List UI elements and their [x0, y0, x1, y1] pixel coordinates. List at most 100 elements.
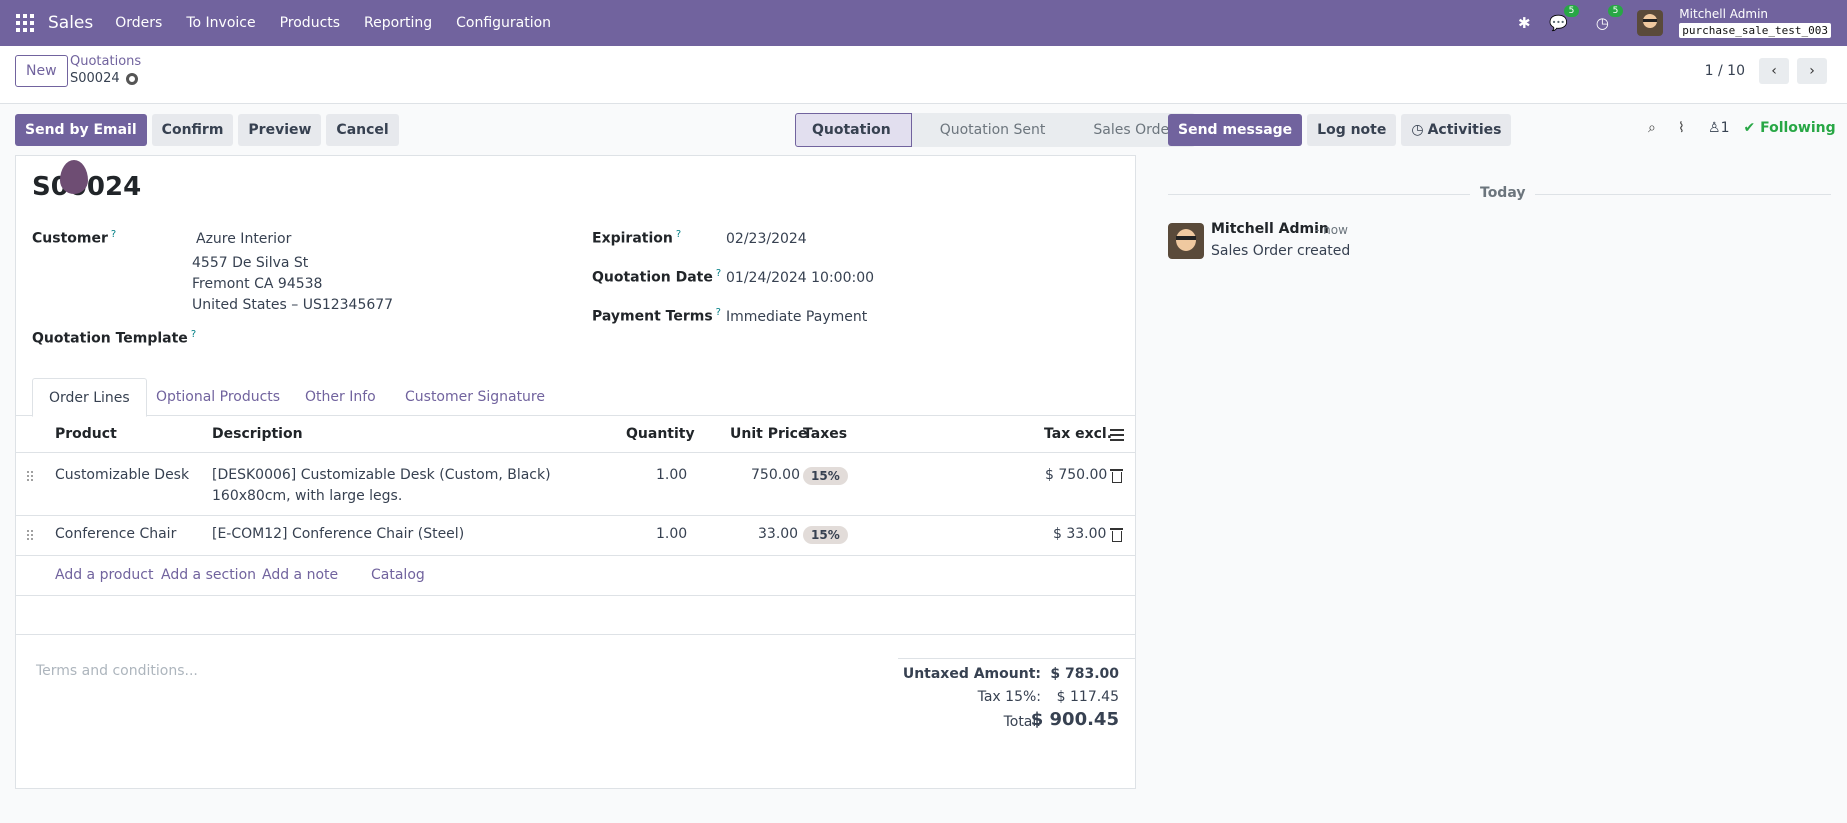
row-2-description[interactable]: [E-COM12] Conference Chair (Steel)	[212, 526, 464, 542]
apps-menu-icon[interactable]	[16, 14, 34, 32]
customer-address-line-1: 4557 De Silva St	[192, 255, 309, 271]
add-section-link[interactable]: Add a section	[161, 567, 256, 583]
check-icon: ✔	[1743, 120, 1761, 136]
chatter-actions: Send message Log note ◷ Activities	[1168, 114, 1512, 146]
row-1-tax-badge[interactable]: 15%	[803, 467, 848, 485]
col-header-description[interactable]: Description	[212, 426, 303, 442]
tab-optional-products[interactable]: Optional Products	[156, 378, 280, 416]
total-value: $ 900.45	[1030, 709, 1119, 730]
expiration-field[interactable]: 02/23/2024	[726, 231, 807, 247]
following-button[interactable]: ✔ Following	[1743, 120, 1835, 136]
user-menu[interactable]: Mitchell Admin purchase_sale_test_003	[1679, 8, 1831, 38]
customer-name-field[interactable]: Azure Interior	[196, 231, 291, 247]
paperclip-icon[interactable]: ⌇	[1678, 120, 1694, 136]
debug-bug-icon[interactable]: ✱	[1515, 14, 1533, 32]
menu-configuration[interactable]: Configuration	[456, 15, 551, 31]
payment-terms-field[interactable]: Immediate Payment	[726, 309, 867, 325]
quotation-date-field[interactable]: 01/24/2024 10:00:00	[726, 270, 874, 286]
help-icon[interactable]: ?	[191, 329, 196, 340]
tab-customer-signature[interactable]: Customer Signature	[405, 378, 545, 416]
payment-terms-label-text: Payment Terms	[592, 308, 713, 325]
add-product-link[interactable]: Add a product	[55, 567, 153, 583]
customer-address-line-2: Fremont CA 94538	[192, 276, 323, 292]
help-icon[interactable]: ?	[716, 307, 721, 318]
date-separator-label: Today	[1470, 185, 1536, 201]
cancel-button[interactable]: Cancel	[326, 114, 399, 146]
menu-orders[interactable]: Orders	[115, 15, 162, 31]
activities-clock-icon[interactable]: ◷ 5	[1593, 5, 1624, 32]
top-navbar: Sales Orders To Invoice Products Reporti…	[0, 0, 1847, 46]
row-2-tax-badge[interactable]: 15%	[803, 526, 848, 544]
tab-order-lines[interactable]: Order Lines	[32, 378, 147, 417]
terms-and-conditions-field[interactable]: Terms and conditions...	[36, 663, 198, 679]
help-icon[interactable]: ?	[676, 229, 681, 240]
col-header-product[interactable]: Product	[55, 426, 117, 442]
menu-to-invoice[interactable]: To Invoice	[186, 15, 255, 31]
activities-button[interactable]: ◷ Activities	[1401, 114, 1512, 146]
confirm-button[interactable]: Confirm	[151, 114, 234, 146]
pager-previous-button[interactable]: ‹	[1759, 58, 1789, 84]
column-settings-icon[interactable]	[1110, 429, 1124, 441]
expiration-label-text: Expiration	[592, 230, 673, 247]
col-header-taxes[interactable]: Taxes	[803, 426, 847, 442]
log-note-button[interactable]: Log note	[1307, 114, 1397, 146]
pager: 1 / 10 ‹ ›	[1705, 58, 1827, 84]
send-by-email-button[interactable]: Send by Email	[15, 114, 147, 146]
form-actions: Send by Email Confirm Preview Cancel	[15, 114, 399, 146]
catalog-link[interactable]: Catalog	[371, 567, 425, 583]
row-2-trash-icon[interactable]	[1110, 528, 1123, 542]
row-1-unit-price[interactable]: 750.00	[751, 467, 800, 483]
row-2-unit-price[interactable]: 33.00	[758, 526, 798, 542]
menu-reporting[interactable]: Reporting	[364, 15, 432, 31]
row-1-trash-icon[interactable]	[1110, 469, 1123, 483]
new-button[interactable]: New	[15, 55, 68, 87]
drag-handle-icon[interactable]	[26, 470, 34, 482]
notebook-tabs: Order Lines Optional Products Other Info…	[16, 378, 1135, 417]
tax-label: Tax 15%:	[977, 689, 1041, 705]
row-1-product[interactable]: Customizable Desk	[55, 467, 189, 483]
row-2-product[interactable]: Conference Chair	[55, 526, 176, 542]
col-header-quantity[interactable]: Quantity	[626, 426, 695, 442]
col-header-unit-price[interactable]: Unit Price	[730, 426, 807, 442]
add-note-link[interactable]: Add a note	[262, 567, 338, 583]
status-bar: Quotation Quotation Sent Sales Order	[795, 113, 1195, 147]
messages-badge: 5	[1563, 5, 1580, 17]
customer-label: Customer?	[32, 229, 116, 247]
preview-button[interactable]: Preview	[238, 114, 322, 146]
row-2-subtotal: $ 33.00	[1053, 526, 1107, 542]
breadcrumb-quotations[interactable]: Quotations	[70, 54, 141, 69]
help-icon[interactable]: ?	[716, 268, 721, 279]
row-1-quantity[interactable]: 1.00	[656, 467, 687, 483]
message-author[interactable]: Mitchell Admin	[1211, 221, 1329, 237]
followers-count: 1	[1720, 120, 1730, 136]
col-header-tax-excl[interactable]: Tax excl.	[1044, 426, 1112, 442]
tab-other-info[interactable]: Other Info	[305, 378, 376, 416]
quotation-date-label: Quotation Date?	[592, 268, 721, 286]
search-icon[interactable]: ⌕	[1648, 120, 1664, 136]
row-1-description-line-1[interactable]: [DESK0006] Customizable Desk (Custom, Bl…	[212, 467, 551, 483]
status-quotation-sent[interactable]: Quotation Sent	[911, 113, 1066, 147]
row-2-quantity[interactable]: 1.00	[656, 526, 687, 542]
gear-icon[interactable]	[125, 72, 138, 85]
tax-value: $ 117.45	[1056, 689, 1119, 705]
following-label: Following	[1760, 120, 1836, 136]
table-header-divider	[16, 452, 1135, 453]
control-panel: New Quotations S00024 1 / 10 ‹ ›	[0, 46, 1847, 104]
pager-value[interactable]: 1 / 10	[1705, 63, 1745, 79]
app-name[interactable]: Sales	[48, 13, 93, 33]
drag-handle-icon[interactable]	[26, 529, 34, 541]
user-icon: ♙	[1708, 120, 1721, 136]
messages-icon[interactable]: 💬 5	[1549, 5, 1580, 32]
row-1-description-line-2[interactable]: 160x80cm, with large legs.	[212, 488, 402, 504]
pager-next-button[interactable]: ›	[1797, 58, 1827, 84]
customer-label-text: Customer	[32, 230, 108, 247]
status-quotation[interactable]: Quotation	[795, 113, 912, 147]
send-message-button[interactable]: Send message	[1168, 114, 1303, 146]
menu-products[interactable]: Products	[280, 15, 340, 31]
message-body: Sales Order created	[1211, 243, 1351, 259]
table-bottom-divider	[16, 634, 1135, 635]
followers-button[interactable]: ♙1	[1708, 120, 1729, 136]
user-avatar[interactable]	[1637, 10, 1664, 36]
help-icon[interactable]: ?	[111, 229, 116, 240]
message-author-avatar[interactable]	[1168, 223, 1204, 259]
